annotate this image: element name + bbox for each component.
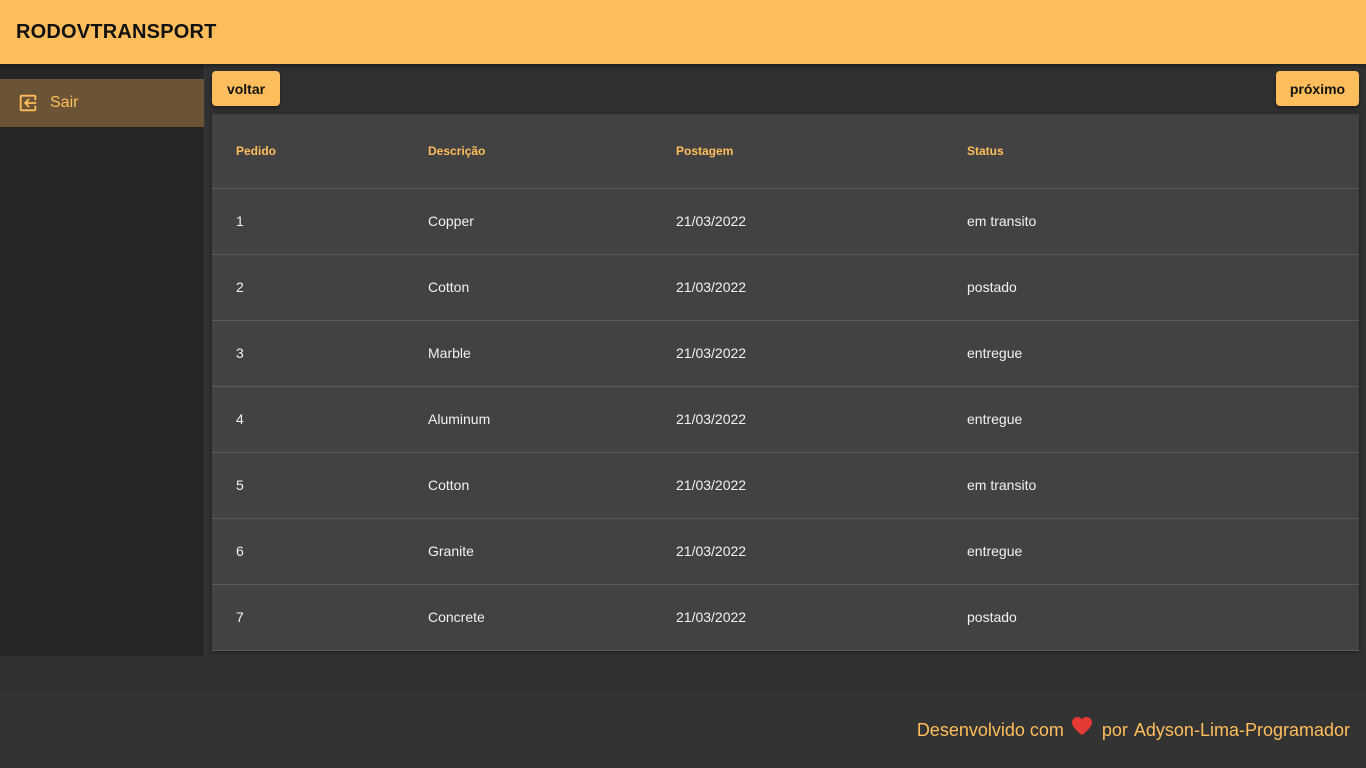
cell-postagem: 21/03/2022 <box>676 386 967 453</box>
column-header-postagem[interactable]: Postagem <box>676 114 967 189</box>
app-header: RODOVTRANSPORT <box>0 0 1366 64</box>
sidebar-item-sair[interactable]: Sair <box>0 79 204 127</box>
cell-status: entregue <box>967 386 1359 453</box>
table-row[interactable]: 2 Cotton 21/03/2022 postado <box>212 254 1359 321</box>
author-link[interactable]: Adyson-Lima-Programador <box>1134 720 1350 741</box>
cell-descricao: Cotton <box>428 452 676 519</box>
footer-by: por <box>1101 720 1128 740</box>
cell-status: em transito <box>967 452 1359 519</box>
app-title: RODOVTRANSPORT <box>16 20 217 43</box>
table-row[interactable]: 3 Marble 21/03/2022 entregue <box>212 320 1359 387</box>
page-footer: Desenvolvido com por Adyson-Lima-Program… <box>0 691 1366 768</box>
cell-pedido: 5 <box>212 452 428 519</box>
cell-status: entregue <box>967 320 1359 387</box>
cell-descricao: Cotton <box>428 254 676 321</box>
cell-pedido: 3 <box>212 320 428 387</box>
previous-page-button[interactable]: voltar <box>212 71 280 106</box>
cell-status: postado <box>967 584 1359 651</box>
logout-icon <box>17 92 39 114</box>
cell-descricao: Granite <box>428 518 676 585</box>
column-header-status[interactable]: Status <box>967 114 1359 189</box>
cell-pedido: 7 <box>212 584 428 651</box>
column-header-descricao[interactable]: Descrição <box>428 114 676 189</box>
cell-postagem: 21/03/2022 <box>676 584 967 651</box>
table-header-row: Pedido Descrição Postagem Status <box>212 114 1359 189</box>
sidebar: Sair <box>0 64 205 656</box>
cell-postagem: 21/03/2022 <box>676 518 967 585</box>
column-header-pedido[interactable]: Pedido <box>212 114 428 189</box>
cell-pedido: 6 <box>212 518 428 585</box>
main-content: voltar próximo Pedido Descrição Postagem… <box>212 64 1359 656</box>
cell-status: postado <box>967 254 1359 321</box>
next-page-button[interactable]: próximo <box>1276 71 1359 106</box>
cell-pedido: 4 <box>212 386 428 453</box>
cell-pedido: 2 <box>212 254 428 321</box>
cell-status: entregue <box>967 518 1359 585</box>
cell-status: em transito <box>967 188 1359 255</box>
cell-descricao: Aluminum <box>428 386 676 453</box>
cell-pedido: 1 <box>212 188 428 255</box>
cell-descricao: Marble <box>428 320 676 387</box>
footer-prefix: Desenvolvido com <box>916 720 1064 740</box>
cell-postagem: 21/03/2022 <box>676 452 967 519</box>
table-row[interactable]: 1 Copper 21/03/2022 em transito <box>212 188 1359 255</box>
table-row[interactable]: 7 Concrete 21/03/2022 postado <box>212 584 1359 651</box>
table-row[interactable]: 5 Cotton 21/03/2022 em transito <box>212 452 1359 519</box>
heart-icon <box>1070 714 1094 736</box>
orders-table: Pedido Descrição Postagem Status 1 Coppe… <box>212 114 1359 651</box>
cell-descricao: Copper <box>428 188 676 255</box>
table-row[interactable]: 4 Aluminum 21/03/2022 entregue <box>212 386 1359 453</box>
table-row[interactable]: 6 Granite 21/03/2022 entregue <box>212 518 1359 585</box>
cell-postagem: 21/03/2022 <box>676 254 967 321</box>
cell-postagem: 21/03/2022 <box>676 188 967 255</box>
cell-postagem: 21/03/2022 <box>676 320 967 387</box>
orders-table-container: Pedido Descrição Postagem Status 1 Coppe… <box>212 114 1359 651</box>
sidebar-item-label: Sair <box>50 94 79 111</box>
cell-descricao: Concrete <box>428 584 676 651</box>
